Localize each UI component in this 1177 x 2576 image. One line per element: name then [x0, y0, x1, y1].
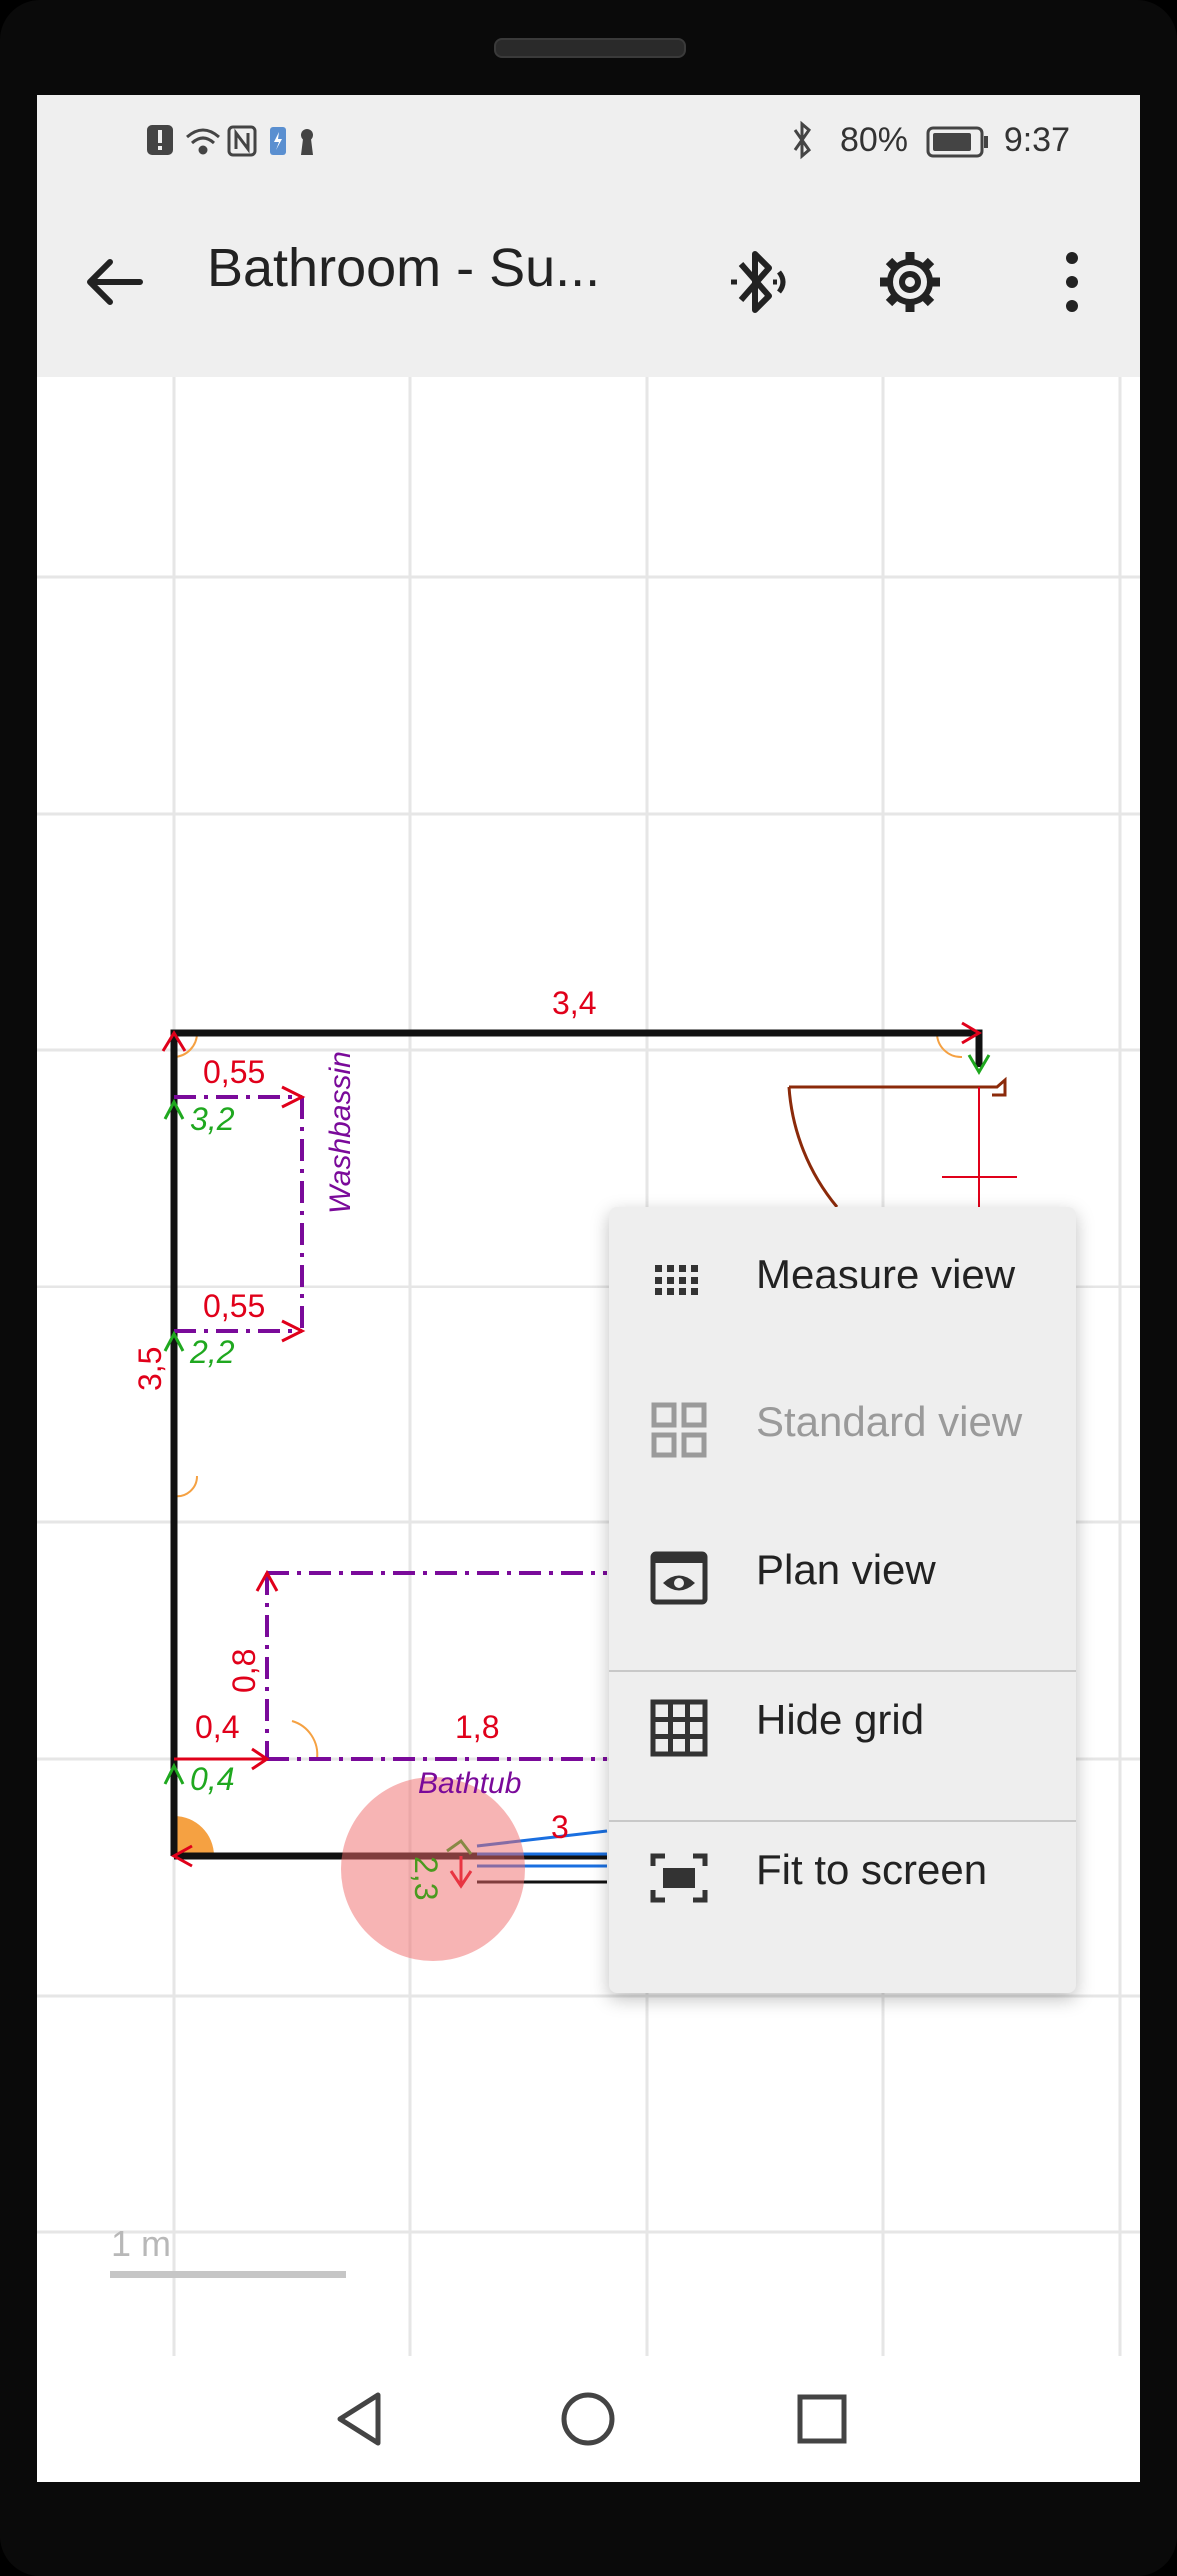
status-bar: 80% 9:37: [37, 95, 1140, 187]
nav-recents-icon[interactable]: [792, 2389, 852, 2449]
menu-label: Measure view: [756, 1251, 1016, 1297]
fit-screen-icon: [650, 1853, 708, 1903]
earpiece-speaker: [494, 38, 686, 58]
menu-label: Fit to screen: [756, 1846, 988, 1893]
menu-label: Plan view: [756, 1546, 936, 1593]
menu-item-standard-view: Standard view: [609, 1354, 1076, 1502]
label-wb-top: 0,55: [203, 1054, 265, 1090]
menu-item-hide-grid[interactable]: Hide grid: [609, 1652, 1076, 1800]
label-bathtub-offset: 0,4: [195, 1709, 239, 1745]
settings-gear-icon[interactable]: [870, 242, 950, 322]
label-top-width: 3,4: [552, 985, 596, 1021]
menu-label: Standard view: [756, 1398, 1023, 1445]
menu-item-plan-view[interactable]: Plan view: [609, 1502, 1076, 1650]
menu-item-fit-to-screen[interactable]: Fit to screen: [609, 1802, 1076, 1950]
bathtub-outline: [265, 1571, 607, 1761]
app-bar: Bathroom - Su...: [37, 187, 1140, 377]
overflow-menu: Measure view Standard view Plan view Hid…: [609, 1207, 1076, 1993]
eye-view-icon: [650, 1551, 708, 1605]
back-arrow-icon[interactable]: [80, 242, 160, 322]
page-title: Bathroom - Su...: [207, 238, 601, 298]
grid-icon: [650, 1699, 708, 1757]
label-left-height: 3,5: [132, 1347, 168, 1391]
dots-grid-icon: [655, 1265, 698, 1295]
label-bathtub: Bathtub: [418, 1767, 521, 1800]
scale-label: 1 m: [111, 2223, 171, 2264]
label-bathtub-width: 1,8: [455, 1709, 499, 1745]
keyhole-icon: [301, 129, 313, 155]
nav-back-icon[interactable]: [330, 2389, 390, 2449]
scale-bar: [110, 2271, 346, 2278]
label-wb-bottom-angle: 2,2: [189, 1334, 235, 1370]
label-wb-bottom: 0,55: [203, 1288, 265, 1324]
bluetooth-status-icon: [793, 120, 812, 160]
bluetooth-device-icon[interactable]: [723, 242, 803, 322]
menu-item-measure-view[interactable]: Measure view: [609, 1207, 1076, 1354]
label-bottom-angle: 2,3: [408, 1856, 444, 1900]
screen: 80% 9:37 Bathroom - Su... 3,4 0,55 3,2 0…: [37, 95, 1140, 2482]
label-bathtub-offset-angle: 0,4: [190, 1761, 234, 1797]
label-bathtub-height: 0,8: [226, 1649, 262, 1693]
label-bottom-partial: 3: [551, 1809, 569, 1845]
status-icons-left: [147, 125, 313, 157]
label-washbassin: Washbassin: [324, 1051, 357, 1214]
battery-saver-icon: [270, 127, 286, 155]
wifi-icon: [186, 128, 220, 155]
phone-frame: 80% 9:37 Bathroom - Su... 3,4 0,55 3,2 0…: [0, 0, 1177, 2576]
dashboard-grid-icon: [651, 1402, 707, 1458]
door: [787, 1076, 1017, 1208]
battery-percent: 80%: [839, 121, 908, 159]
alert-icon: [147, 125, 173, 155]
corner-angle-fill: [174, 1816, 214, 1856]
nfc-icon: [227, 125, 257, 157]
clock: 9:37: [1003, 121, 1070, 159]
menu-label: Hide grid: [756, 1696, 925, 1743]
system-nav-bar: [37, 2356, 1140, 2482]
battery-icon: [926, 126, 988, 158]
label-wb-top-angle: 3,2: [190, 1101, 235, 1137]
more-vert-icon[interactable]: [1054, 242, 1094, 322]
nav-home-icon[interactable]: [558, 2389, 618, 2449]
